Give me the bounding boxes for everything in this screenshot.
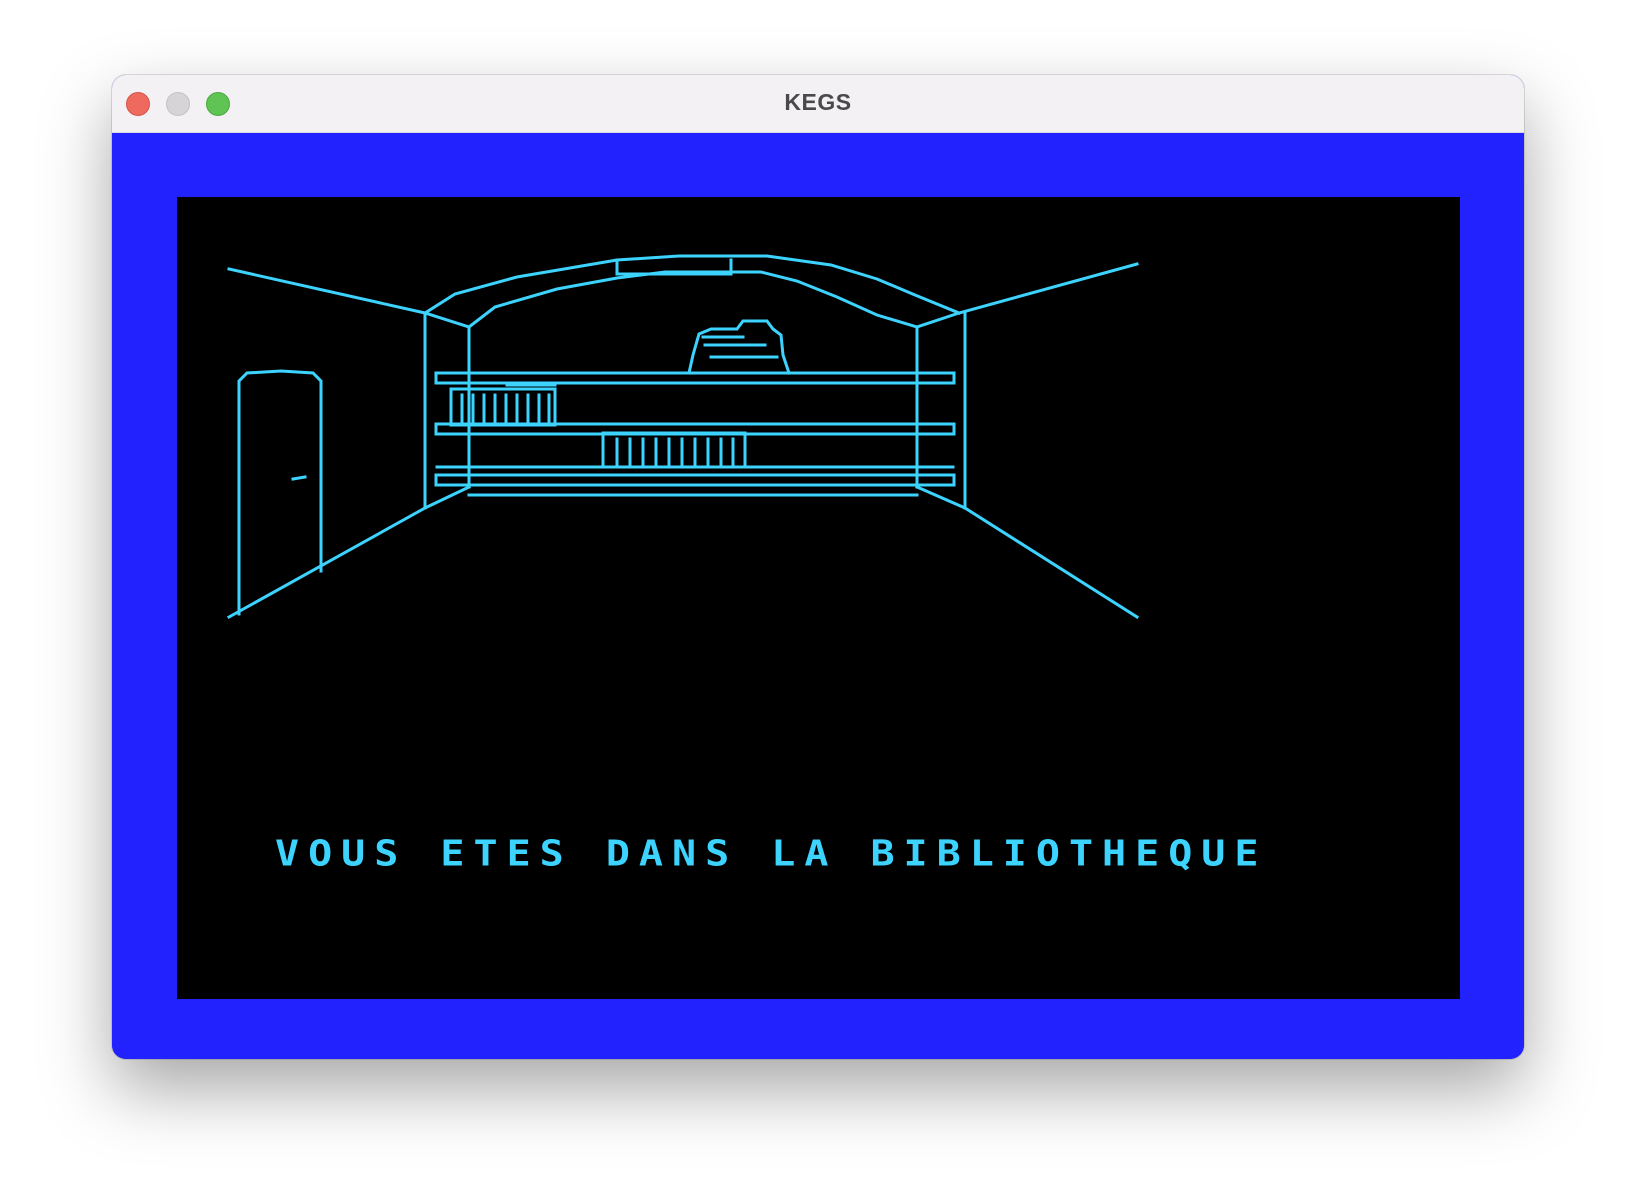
- inner-arch: [466, 270, 919, 330]
- door-outline: [237, 369, 323, 616]
- door-handle: [291, 475, 307, 481]
- library-scene: [226, 254, 1140, 620]
- floor-right-line: [915, 485, 1140, 620]
- shelf-bottom: [434, 473, 956, 487]
- window-title: KEGS: [784, 89, 852, 115]
- floor-left-line: [226, 485, 471, 620]
- ceiling-right-line: [915, 262, 1139, 329]
- book-stack: [687, 319, 791, 375]
- title-bar[interactable]: KEGS: [112, 75, 1524, 133]
- books-center: [601, 431, 747, 469]
- shelf-top: [434, 371, 956, 385]
- emulator-display[interactable]: VOUS ETES DANS LA BIBLIOTHEQUE: [112, 133, 1524, 1059]
- game-screen[interactable]: VOUS ETES DANS LA BIBLIOTHEQUE: [177, 197, 1460, 999]
- location-message: VOUS ETES DANS LA BIBLIOTHEQUE: [275, 833, 1268, 875]
- emulator-window: KEGS VOUS ETES DANS LA BIBLIOTHEQUE: [112, 75, 1524, 1059]
- ceiling-left-line: [227, 267, 471, 329]
